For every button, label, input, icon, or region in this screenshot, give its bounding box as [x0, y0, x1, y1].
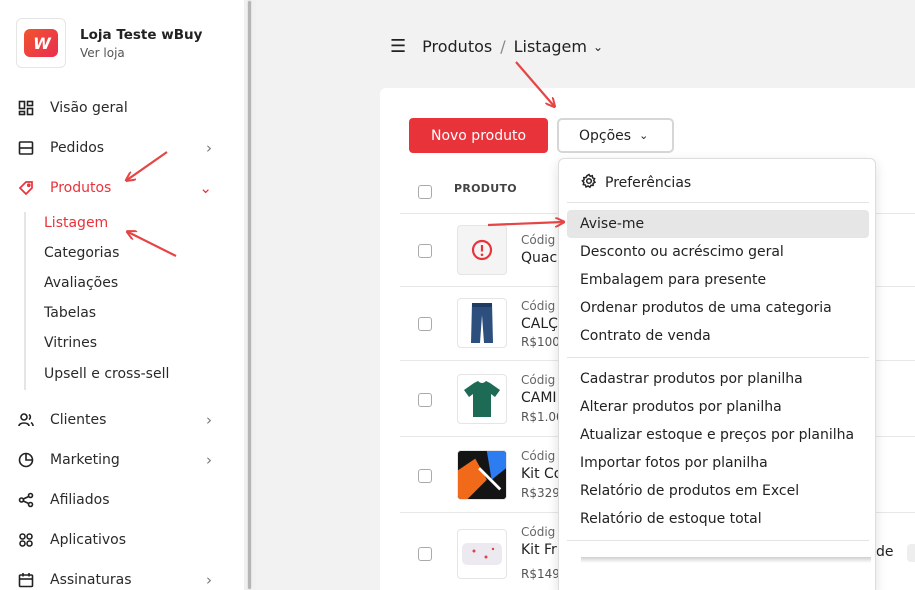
menu-divider [567, 357, 869, 358]
product-code: Códig [521, 525, 556, 539]
menu-item-alterar-planilha[interactable]: Alterar produtos por planilha [567, 393, 869, 421]
product-code: Códig [521, 449, 556, 463]
nav-item-afiliados[interactable]: Afiliados [16, 487, 212, 513]
sidebar: W Loja Teste wBuy Ver loja Visão geral P… [0, 0, 244, 590]
store-logo: W [16, 18, 66, 68]
subnav-item-upsell[interactable]: Upsell e cross-sell [44, 366, 169, 382]
partial-text: de [876, 544, 894, 560]
nav-item-label: Clientes [50, 412, 107, 428]
product-code: Códig [521, 233, 556, 247]
users-icon [16, 410, 36, 430]
menu-divider [567, 202, 869, 203]
menu-item-relatorio-excel[interactable]: Relatório de produtos em Excel [567, 477, 869, 505]
sidebar-scrollbar[interactable] [244, 0, 256, 590]
column-header-produto[interactable]: PRODUTO [454, 182, 517, 195]
menu-item-cadastrar-planilha[interactable]: Cadastrar produtos por planilha [567, 365, 869, 393]
menu-item-atualizar-estoque[interactable]: Atualizar estoque e preços por planilha [567, 421, 869, 449]
no-image-icon [457, 225, 507, 275]
subnav-item-vitrines[interactable]: Vitrines [44, 335, 97, 351]
menu-item-cut-off[interactable] [581, 557, 871, 563]
product-code: Códig [521, 299, 556, 313]
hamburger-menu-icon[interactable]: ☰ [390, 36, 406, 57]
menu-item-label: Preferências [605, 175, 692, 191]
menu-item-relatorio-estoque[interactable]: Relatório de estoque total [567, 505, 869, 533]
partial-badge [907, 544, 915, 562]
chevron-down-icon[interactable]: ⌄ [593, 40, 603, 54]
pie-chart-icon [16, 450, 36, 470]
share-icon [16, 490, 36, 510]
row-checkbox[interactable] [418, 547, 432, 561]
subnav-item-avaliacoes[interactable]: Avaliações [44, 275, 118, 291]
store-header[interactable]: W Loja Teste wBuy Ver loja [16, 18, 202, 68]
menu-item-embalagem[interactable]: Embalagem para presente [567, 266, 869, 294]
breadcrumb: ☰ Produtos / Listagem ⌄ [390, 36, 603, 57]
product-name[interactable]: CALÇ [521, 316, 558, 332]
menu-item-importar-fotos[interactable]: Importar fotos por planilha [567, 449, 869, 477]
menu-divider [567, 540, 869, 541]
chevron-right-icon: › [206, 139, 212, 157]
dashboard-icon [16, 98, 36, 118]
nav-item-label: Marketing [50, 452, 120, 468]
row-checkbox[interactable] [418, 393, 432, 407]
product-name[interactable]: Kit Co [521, 466, 562, 482]
breadcrumb-current[interactable]: Listagem [514, 37, 587, 56]
product-price: R$329 [521, 486, 560, 500]
breadcrumb-section[interactable]: Produtos [422, 37, 492, 56]
select-all-checkbox[interactable] [418, 185, 432, 199]
product-name[interactable]: Quac [521, 250, 557, 266]
gear-icon [581, 173, 597, 193]
nav-item-pedidos[interactable]: Pedidos › [16, 135, 212, 161]
nav-item-label: Assinaturas [50, 572, 132, 588]
new-product-button[interactable]: Novo produto [409, 118, 548, 153]
product-image-kit [457, 450, 507, 500]
view-store-link[interactable]: Ver loja [80, 46, 202, 60]
tag-icon [16, 178, 36, 198]
menu-item-contrato[interactable]: Contrato de venda [567, 322, 869, 350]
product-name[interactable]: Kit Fr [521, 542, 557, 558]
menu-item-avise-me[interactable]: Avise-me [567, 210, 869, 238]
nav-item-label: Afiliados [50, 492, 110, 508]
row-checkbox[interactable] [418, 469, 432, 483]
product-image-pillow [457, 529, 507, 579]
product-name[interactable]: CAMI [521, 390, 557, 406]
subnav-item-categorias[interactable]: Categorias [44, 245, 119, 261]
menu-item-desconto[interactable]: Desconto ou acréscimo geral [567, 238, 869, 266]
nav-item-marketing[interactable]: Marketing › [16, 447, 212, 473]
calendar-icon [16, 570, 36, 590]
nav-item-label: Produtos [50, 180, 112, 196]
nav-item-label: Pedidos [50, 140, 105, 156]
store-name: Loja Teste wBuy [80, 26, 203, 43]
nav-item-clientes[interactable]: Clientes › [16, 407, 212, 433]
orders-icon [16, 138, 36, 158]
product-code: Códig [521, 373, 556, 387]
breadcrumb-separator: / [500, 37, 506, 56]
nav-item-label: Visão geral [50, 100, 128, 116]
options-label: Opções [579, 127, 632, 144]
subnav-item-listagem[interactable]: Listagem [44, 215, 108, 231]
row-checkbox[interactable] [418, 244, 432, 258]
chevron-down-icon: ⌄ [639, 129, 649, 142]
nav-item-label: Aplicativos [50, 532, 127, 548]
nav-item-produtos[interactable]: Produtos ⌄ [16, 175, 212, 201]
product-image-jeans [457, 298, 507, 348]
menu-item-preferences[interactable]: Preferências [581, 173, 691, 193]
chevron-right-icon: › [206, 411, 212, 429]
chevron-right-icon: › [206, 571, 212, 589]
products-subnav: Listagem Categorias Avaliações Tabelas V… [24, 212, 169, 390]
nav-item-assinaturas[interactable]: Assinaturas › [16, 567, 212, 590]
options-button[interactable]: Opções ⌄ [557, 118, 674, 153]
options-dropdown-menu: Preferências Avise-me Desconto ou acrésc… [558, 158, 876, 590]
product-image-tshirt [457, 374, 507, 424]
nav-item-visao-geral[interactable]: Visão geral [16, 95, 212, 121]
menu-item-ordenar[interactable]: Ordenar produtos de uma categoria [567, 294, 869, 322]
scrollbar-thumb[interactable] [247, 0, 252, 590]
subnav-item-tabelas[interactable]: Tabelas [44, 305, 96, 321]
apps-icon [16, 530, 36, 550]
chevron-right-icon: › [206, 451, 212, 469]
wbuy-logo-mark: W [24, 29, 58, 57]
nav-item-aplicativos[interactable]: Aplicativos [16, 527, 212, 553]
chevron-down-icon: ⌄ [199, 179, 212, 197]
row-checkbox[interactable] [418, 317, 432, 331]
